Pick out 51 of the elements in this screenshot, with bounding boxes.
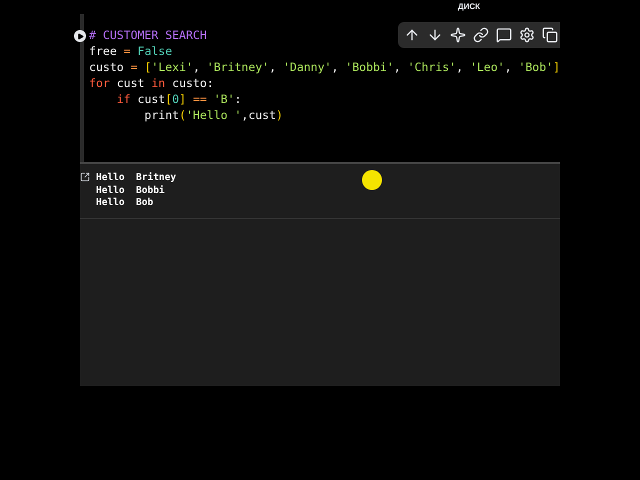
code-token: 'Bob' bbox=[518, 59, 554, 75]
code-token: 'B' bbox=[214, 91, 235, 107]
copy-icon[interactable] bbox=[542, 27, 558, 43]
code-token: ,cust bbox=[241, 107, 276, 123]
code-token: cust bbox=[136, 91, 166, 107]
code-token: ( bbox=[179, 107, 186, 123]
code-token: free bbox=[89, 43, 118, 59]
code-token: = bbox=[124, 43, 132, 59]
code-token: custo: bbox=[171, 75, 214, 91]
code-token: , bbox=[331, 59, 340, 75]
code-token: : bbox=[234, 91, 242, 107]
output-icon[interactable] bbox=[80, 172, 90, 182]
code-token: 'Hello ' bbox=[186, 107, 242, 123]
code-token: , bbox=[504, 59, 513, 75]
code-token: 'Bobbi' bbox=[345, 59, 394, 75]
tab-label: ДИСК bbox=[458, 1, 480, 13]
code-token: if bbox=[116, 91, 131, 107]
code-token: custo bbox=[89, 59, 125, 75]
comment-icon[interactable] bbox=[496, 27, 512, 43]
code-token: # CUSTOMER SEARCH bbox=[89, 27, 207, 43]
code-token: 'Lexi' bbox=[151, 59, 193, 75]
code-token: 'Chris' bbox=[408, 59, 456, 75]
play-icon bbox=[76, 32, 84, 40]
code-token: in bbox=[151, 75, 166, 91]
code-token: == bbox=[192, 91, 208, 107]
code-token: 'Britney' bbox=[206, 59, 270, 75]
code-token: [ bbox=[144, 59, 152, 75]
output-line: Hello Bob bbox=[96, 197, 154, 210]
code-token: 'Leo' bbox=[470, 59, 505, 75]
code-token: ) bbox=[276, 107, 283, 123]
link-icon[interactable] bbox=[473, 27, 489, 43]
run-button[interactable] bbox=[74, 30, 86, 42]
code-token: for bbox=[89, 75, 110, 91]
output-line: Hello Bobbi bbox=[96, 184, 165, 197]
code-token: , bbox=[394, 59, 402, 75]
code-token: , bbox=[269, 59, 278, 75]
cursor-highlight-icon bbox=[362, 170, 382, 190]
code-token: ] bbox=[553, 59, 560, 75]
sparkle-icon[interactable] bbox=[450, 27, 466, 43]
code-token: cust bbox=[116, 75, 146, 91]
code-token: [ bbox=[165, 91, 172, 107]
code-token: False bbox=[138, 43, 172, 59]
code-token: , bbox=[456, 59, 464, 75]
code-token: 'Danny' bbox=[282, 59, 332, 75]
code-token: , bbox=[192, 59, 201, 75]
settings-icon[interactable] bbox=[519, 27, 535, 43]
code-token: = bbox=[130, 59, 139, 75]
code-token: 0 bbox=[172, 91, 180, 107]
code-token: print bbox=[143, 107, 180, 123]
code-token: ] bbox=[179, 91, 186, 107]
output-line: Hello Britney bbox=[96, 172, 176, 184]
